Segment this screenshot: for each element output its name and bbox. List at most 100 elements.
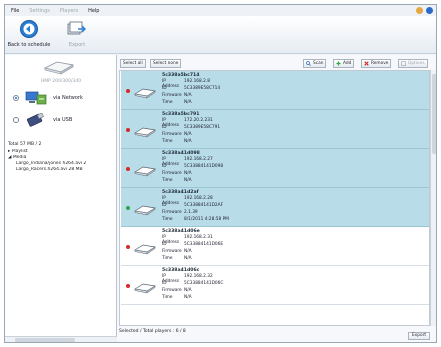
status-dot-red [126, 284, 130, 288]
scroll-thumb[interactable] [15, 338, 75, 342]
player-time: 8/1/2011 4:28:58 PM [184, 217, 229, 222]
menu-bar: File Settings Players Help [5, 5, 436, 16]
player-name: 5c338a5bc791 [162, 112, 200, 117]
player-name: 5c338a41d06e [162, 229, 200, 234]
player-id-row: ID 5C33884141D06C [162, 281, 224, 286]
player-row[interactable]: 5c338a5bc714 IP Address 192.168.2.8 ID 5C3… [121, 71, 429, 110]
scroll-thumb[interactable] [432, 74, 436, 154]
player-name: 5c338a41d06c [162, 268, 200, 273]
player-firmware-row: Firmware N/A [162, 288, 192, 293]
player-firmware-row: Firmware N/A [162, 249, 192, 254]
app-window: File Settings Players Help Back to sched… [4, 4, 437, 343]
player-name: 5c338a5bc714 [162, 73, 200, 78]
menu-players[interactable]: Players [60, 8, 78, 14]
player-row[interactable]: 5c338a41d06e IP Address 192.168.2.31 ID 5C… [121, 227, 429, 266]
player-device-icon [134, 84, 156, 99]
minimize-icon[interactable] [416, 7, 423, 14]
player-id: 5C33884141D06C [184, 281, 224, 286]
player-firmware-row: Firmware N/A [162, 132, 192, 137]
usb-radio[interactable] [13, 117, 19, 123]
left-panel: HMP 200/300/340 via Network via USB Tota… [5, 55, 117, 342]
player-id: 5C33884141D2AF [184, 203, 224, 208]
player-row[interactable]: 5c338a41d098 IP Address 192.168.2.27 ID 5C… [121, 149, 429, 188]
network-label: via Network [53, 95, 83, 101]
menu-file[interactable]: File [11, 8, 19, 14]
player-device-icon [134, 279, 156, 294]
player-firmware: N/A [184, 171, 192, 176]
options-button[interactable]: Options [398, 59, 428, 68]
player-id-row: ID 5C3389E58C791 [162, 125, 221, 130]
device-area: HMP 200/300/340 via Network via USB [5, 55, 117, 140]
scan-button[interactable]: Scan [303, 59, 327, 68]
network-icon [25, 91, 47, 105]
player-device-icon [42, 59, 76, 75]
player-firmware: N/A [184, 249, 192, 254]
player-firmware: N/A [184, 93, 192, 98]
player-id: 5C3389E58C791 [184, 125, 221, 130]
player-firmware: N/A [184, 132, 192, 137]
player-row[interactable]: 5c338a41d06c IP Address 192.168.2.32 ID 5C… [121, 266, 429, 305]
remove-button[interactable]: Remove [361, 59, 392, 68]
player-firmware-row: Firmware N/A [162, 171, 192, 176]
player-time: N/A [184, 178, 192, 183]
info-icon[interactable] [426, 7, 433, 14]
player-time-row: Time N/A [162, 139, 192, 144]
back-to-schedule-button[interactable]: Back to schedule [7, 19, 51, 52]
media-tree: ▸ Playlist ◢ Media Largo_Indiana/jones h… [8, 149, 116, 173]
window-icons [416, 7, 433, 14]
network-radio[interactable] [13, 95, 19, 101]
player-time-row: Time N/A [162, 256, 192, 261]
menu-help[interactable]: Help [88, 8, 99, 14]
status-dot-red [126, 167, 130, 171]
players-vertical-scrollbar[interactable] [430, 70, 436, 326]
player-time-row: Time N/A [162, 178, 192, 183]
usb-icon [25, 112, 47, 127]
player-device-icon [134, 240, 156, 255]
player-row[interactable]: 5c338a5bc791 IP Address 172.20.2.231 ID 5C… [121, 110, 429, 149]
player-device-icon [134, 123, 156, 138]
select-all-button[interactable]: Select all [120, 59, 146, 68]
player-firmware-row: Firmware 2.1.39 [162, 210, 198, 215]
player-time: N/A [184, 100, 192, 105]
remove-icon [364, 61, 369, 66]
back-arrow-icon [18, 19, 40, 39]
player-firmware: N/A [184, 288, 192, 293]
player-name: 5c338a41d2af [162, 190, 199, 195]
player-time: N/A [184, 256, 192, 261]
via-network-option[interactable]: via Network [13, 89, 113, 107]
add-button[interactable]: Add [333, 59, 355, 68]
status-dot-red [126, 245, 130, 249]
players-panel: Select all Select none Scan Add Remove O… [117, 55, 436, 342]
total-size: Total 57 MB / 2 [8, 142, 42, 147]
status-dot-green [126, 206, 130, 210]
player-time-row: Time 8/1/2011 4:28:58 PM [162, 217, 229, 222]
main-toolbar: Back to schedule Export [5, 16, 436, 54]
player-id-row: ID 5C33884141D2AF [162, 203, 224, 208]
status-dot-red [126, 128, 130, 132]
player-time: N/A [184, 139, 192, 144]
select-none-button[interactable]: Select none [150, 59, 182, 68]
add-icon [336, 61, 341, 66]
via-usb-option[interactable]: via USB [13, 111, 113, 129]
player-time-row: Time N/A [162, 100, 192, 105]
player-id: 5C3389E58C714 [184, 86, 221, 91]
export-toolbar-label: Export [68, 42, 86, 48]
menu-settings[interactable]: Settings [29, 8, 50, 14]
player-device-icon [134, 201, 156, 216]
back-label: Back to schedule [7, 42, 51, 48]
player-id: 5C33884141D06E [184, 242, 224, 247]
player-id-row: ID 5C33884141D098 [162, 164, 224, 169]
player-id-row: ID 5C33884141D06E [162, 242, 224, 247]
export-icon [66, 19, 88, 39]
player-time: N/A [184, 295, 192, 300]
left-horizontal-scrollbar[interactable] [5, 336, 117, 342]
player-id-row: ID 5C3389E58C714 [162, 86, 221, 91]
export-toolbar-button[interactable]: Export [55, 19, 99, 52]
player-device-icon [134, 162, 156, 177]
status-dot-red [126, 89, 130, 93]
tree-media-item[interactable]: Largo_Racers.h264.avi 28 MB [8, 167, 116, 173]
player-row[interactable]: 5c338a41d2af IP Address 192.168.2.28 ID 5C… [121, 188, 429, 227]
export-button[interactable]: Export [408, 332, 430, 340]
options-icon [401, 61, 406, 66]
player-firmware: 2.1.39 [184, 210, 198, 215]
